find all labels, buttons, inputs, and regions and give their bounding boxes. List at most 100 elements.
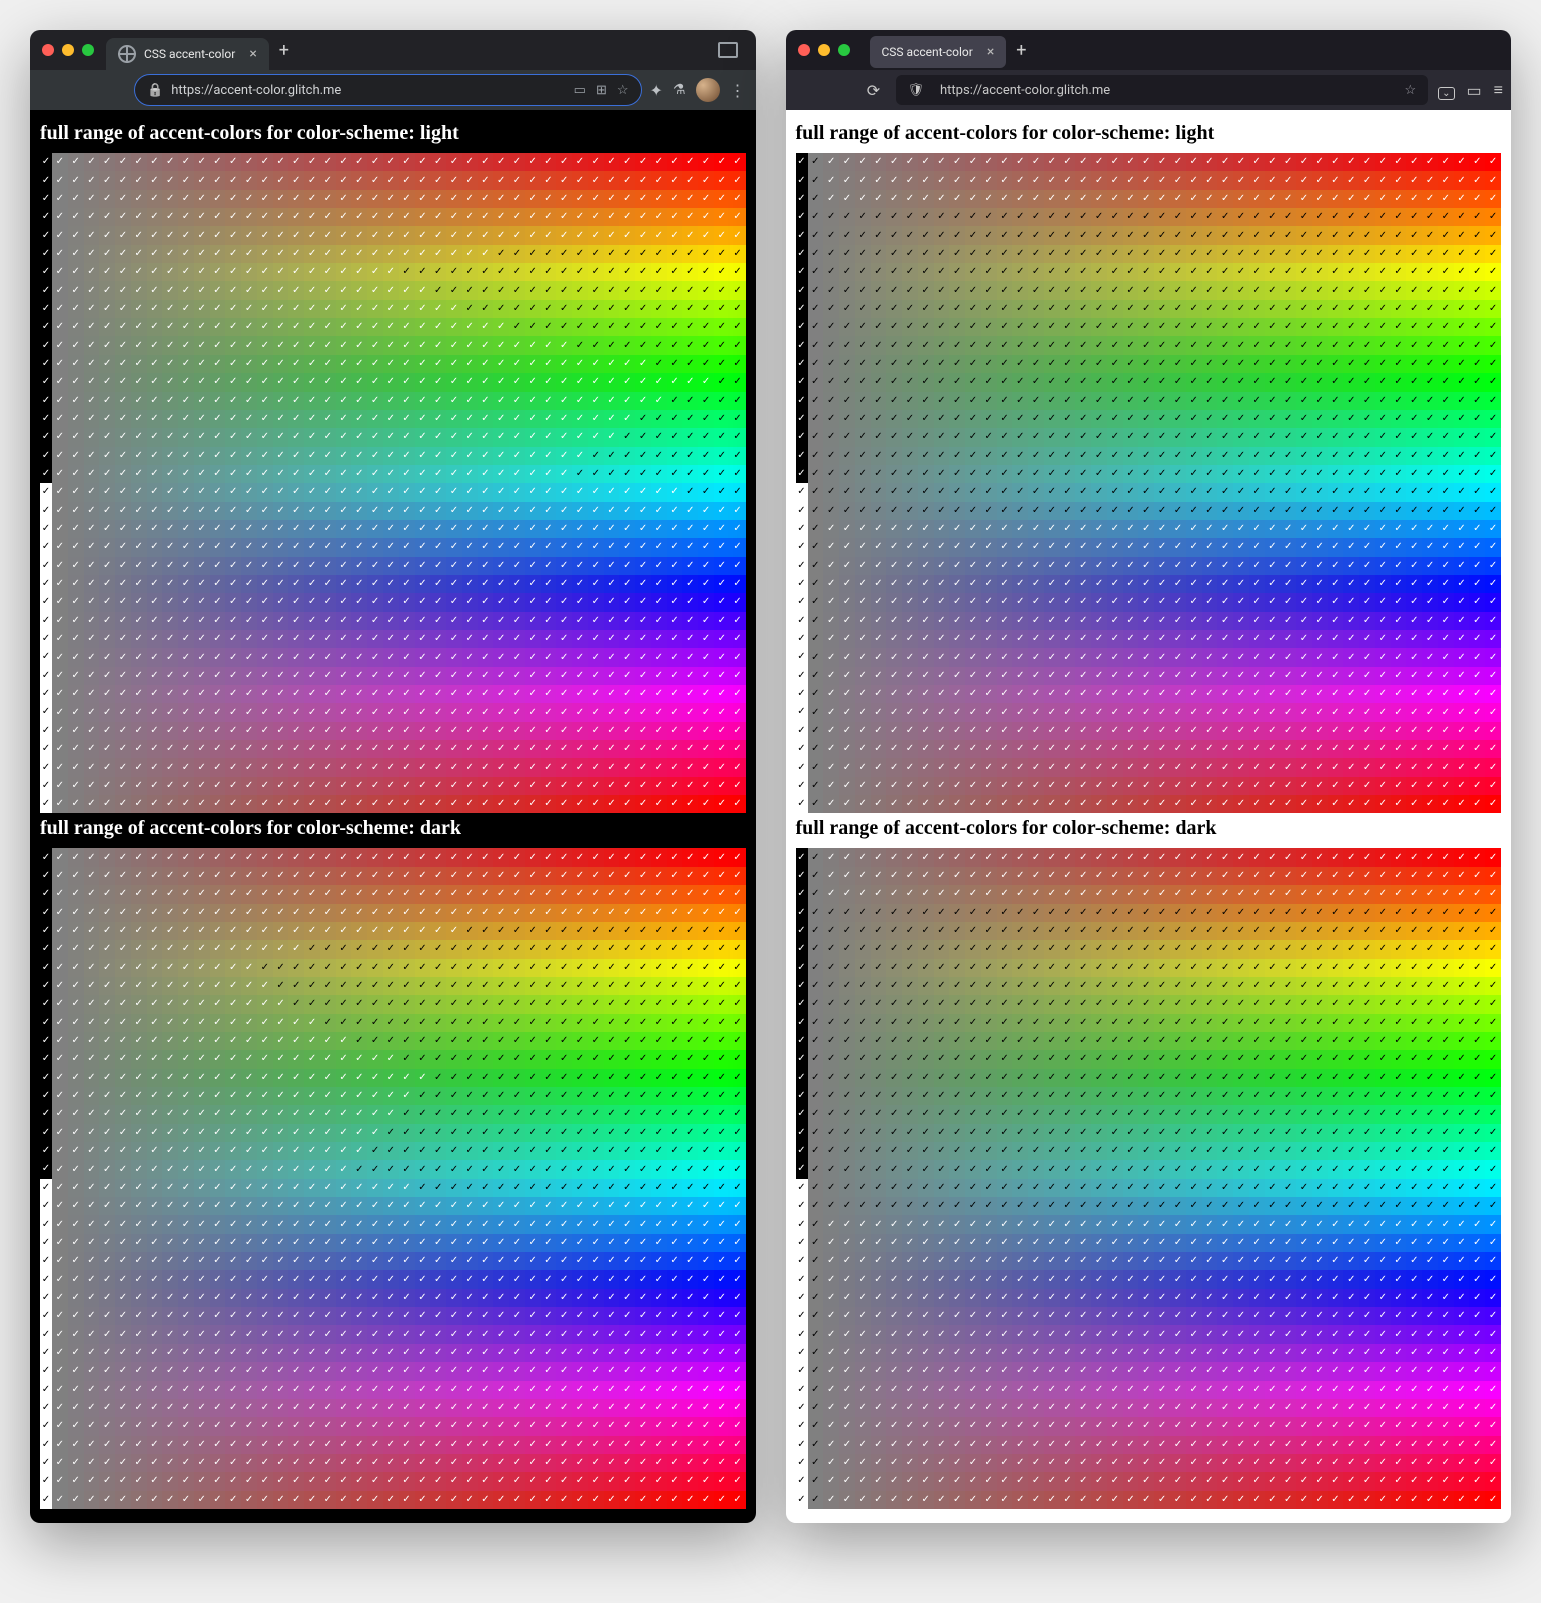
accent-checkbox[interactable]: ✓	[178, 922, 194, 940]
accent-checkbox[interactable]: ✓	[1406, 336, 1422, 354]
accent-checkbox[interactable]: ✓	[84, 483, 100, 501]
accent-checkbox[interactable]: ✓	[1359, 428, 1375, 446]
accent-checkbox[interactable]: ✓	[588, 922, 604, 940]
accent-checkbox[interactable]: ✓	[162, 1325, 178, 1343]
accent-checkbox[interactable]: ✓	[446, 502, 462, 520]
accent-checkbox[interactable]: ✓	[667, 1069, 683, 1087]
accent-checkbox[interactable]: ✓	[651, 1252, 667, 1270]
accent-checkbox[interactable]: ✓	[1406, 245, 1422, 263]
accent-checkbox[interactable]: ✓	[1202, 648, 1218, 666]
accent-checkbox[interactable]: ✓	[1359, 593, 1375, 611]
accent-checkbox[interactable]: ✓	[241, 263, 257, 281]
accent-checkbox[interactable]: ✓	[1249, 483, 1265, 501]
accent-checkbox[interactable]: ✓	[730, 392, 746, 410]
accent-checkbox[interactable]: ✓	[194, 263, 210, 281]
accent-checkbox[interactable]: ✓	[509, 777, 525, 795]
accent-checkbox[interactable]: ✓	[194, 777, 210, 795]
accent-checkbox[interactable]: ✓	[273, 373, 289, 391]
accent-checkbox[interactable]: ✓	[855, 722, 871, 740]
accent-checkbox[interactable]: ✓	[1406, 685, 1422, 703]
accent-checkbox[interactable]: ✓	[965, 263, 981, 281]
accent-checkbox[interactable]: ✓	[131, 648, 147, 666]
accent-checkbox[interactable]: ✓	[808, 226, 824, 244]
accent-checkbox[interactable]: ✓	[320, 867, 336, 885]
accent-checkbox[interactable]: ✓	[823, 392, 839, 410]
accent-checkbox[interactable]: ✓	[509, 1142, 525, 1160]
accent-checkbox[interactable]: ✓	[399, 777, 415, 795]
accent-checkbox[interactable]: ✓	[462, 885, 478, 903]
accent-checkbox[interactable]: ✓	[796, 1215, 808, 1233]
accent-checkbox[interactable]: ✓	[1375, 703, 1391, 721]
accent-checkbox[interactable]: ✓	[304, 667, 320, 685]
accent-checkbox[interactable]: ✓	[1249, 355, 1265, 373]
accent-checkbox[interactable]: ✓	[604, 1234, 620, 1252]
accent-checkbox[interactable]: ✓	[115, 1069, 131, 1087]
accent-checkbox[interactable]: ✓	[1044, 281, 1060, 299]
accent-checkbox[interactable]: ✓	[147, 740, 163, 758]
accent-checkbox[interactable]: ✓	[1091, 848, 1107, 866]
accent-checkbox[interactable]: ✓	[462, 226, 478, 244]
accent-checkbox[interactable]: ✓	[399, 336, 415, 354]
accent-checkbox[interactable]: ✓	[997, 410, 1013, 428]
accent-checkbox[interactable]: ✓	[162, 885, 178, 903]
accent-checkbox[interactable]: ✓	[493, 959, 509, 977]
accent-checkbox[interactable]: ✓	[556, 1307, 572, 1325]
accent-checkbox[interactable]: ✓	[808, 336, 824, 354]
accent-checkbox[interactable]: ✓	[604, 226, 620, 244]
accent-checkbox[interactable]: ✓	[84, 722, 100, 740]
accent-checkbox[interactable]: ✓	[871, 318, 887, 336]
accent-checkbox[interactable]: ✓	[68, 1124, 84, 1142]
accent-checkbox[interactable]: ✓	[178, 1472, 194, 1490]
accent-checkbox[interactable]: ✓	[1438, 447, 1454, 465]
accent-checkbox[interactable]: ✓	[131, 502, 147, 520]
accent-checkbox[interactable]: ✓	[241, 318, 257, 336]
accent-checkbox[interactable]: ✓	[1107, 171, 1123, 189]
accent-checkbox[interactable]: ✓	[257, 245, 273, 263]
accent-checkbox[interactable]: ✓	[541, 538, 557, 556]
accent-checkbox[interactable]: ✓	[796, 447, 808, 465]
accent-checkbox[interactable]: ✓	[493, 1417, 509, 1435]
accent-checkbox[interactable]: ✓	[1359, 392, 1375, 410]
accent-checkbox[interactable]: ✓	[99, 1307, 115, 1325]
accent-checkbox[interactable]: ✓	[886, 502, 902, 520]
accent-checkbox[interactable]: ✓	[462, 1344, 478, 1362]
accent-checkbox[interactable]: ✓	[1012, 722, 1028, 740]
accent-checkbox[interactable]: ✓	[572, 1124, 588, 1142]
accent-checkbox[interactable]: ✓	[1012, 318, 1028, 336]
accent-checkbox[interactable]: ✓	[572, 904, 588, 922]
accent-checkbox[interactable]: ✓	[162, 1362, 178, 1380]
accent-checkbox[interactable]: ✓	[131, 520, 147, 538]
accent-checkbox[interactable]: ✓	[730, 336, 746, 354]
accent-checkbox[interactable]: ✓	[147, 959, 163, 977]
accent-checkbox[interactable]: ✓	[918, 447, 934, 465]
accent-checkbox[interactable]: ✓	[682, 392, 698, 410]
accent-checkbox[interactable]: ✓	[556, 722, 572, 740]
accent-checkbox[interactable]: ✓	[635, 1436, 651, 1454]
accent-checkbox[interactable]: ✓	[257, 428, 273, 446]
accent-checkbox[interactable]: ✓	[698, 226, 714, 244]
accent-checkbox[interactable]: ✓	[839, 612, 855, 630]
accent-checkbox[interactable]: ✓	[351, 410, 367, 428]
accent-checkbox[interactable]: ✓	[1091, 355, 1107, 373]
accent-checkbox[interactable]: ✓	[730, 1014, 746, 1032]
accent-checkbox[interactable]: ✓	[478, 1472, 494, 1490]
accent-checkbox[interactable]: ✓	[572, 245, 588, 263]
accent-checkbox[interactable]: ✓	[855, 318, 871, 336]
accent-checkbox[interactable]: ✓	[68, 245, 84, 263]
accent-checkbox[interactable]: ✓	[351, 355, 367, 373]
accent-checkbox[interactable]: ✓	[509, 336, 525, 354]
accent-checkbox[interactable]: ✓	[525, 1270, 541, 1288]
accent-checkbox[interactable]: ✓	[714, 1399, 730, 1417]
accent-checkbox[interactable]: ✓	[635, 1160, 651, 1178]
accent-checkbox[interactable]: ✓	[430, 1436, 446, 1454]
accent-checkbox[interactable]: ✓	[68, 867, 84, 885]
accent-checkbox[interactable]: ✓	[304, 226, 320, 244]
accent-checkbox[interactable]: ✓	[1485, 318, 1501, 336]
accent-checkbox[interactable]: ✓	[839, 538, 855, 556]
accent-checkbox[interactable]: ✓	[1265, 630, 1281, 648]
accent-checkbox[interactable]: ✓	[667, 575, 683, 593]
accent-checkbox[interactable]: ✓	[525, 1160, 541, 1178]
accent-checkbox[interactable]: ✓	[1296, 575, 1312, 593]
accent-checkbox[interactable]: ✓	[1154, 226, 1170, 244]
accent-checkbox[interactable]: ✓	[257, 685, 273, 703]
